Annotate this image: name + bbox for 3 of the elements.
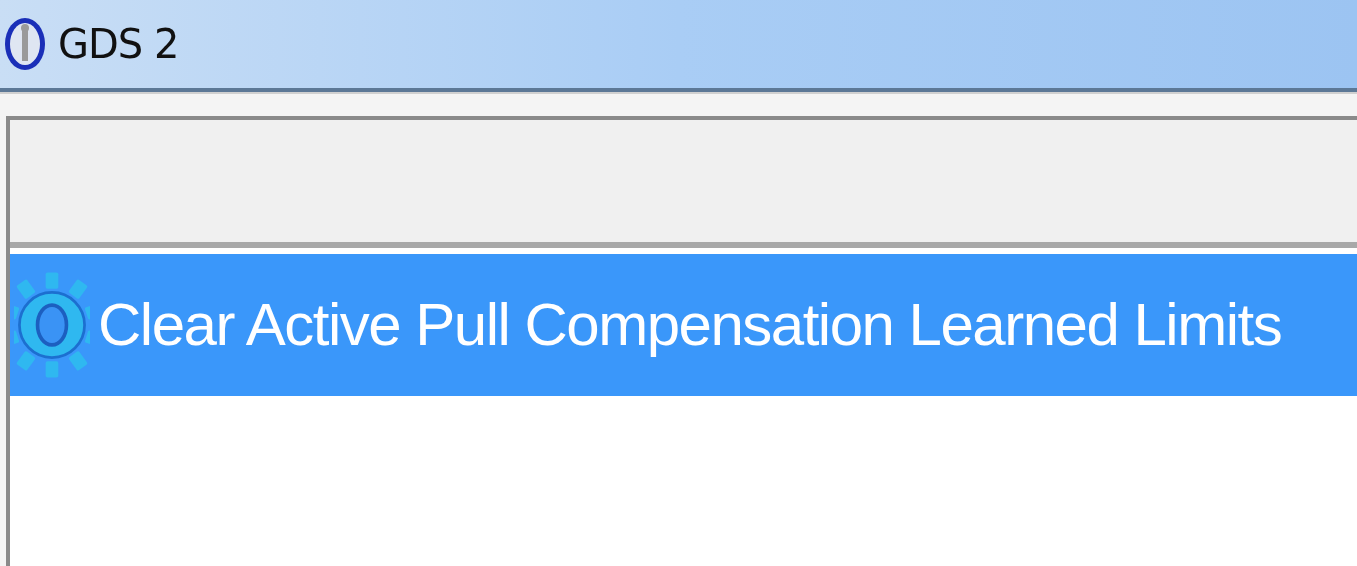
app-logo-icon: [4, 17, 46, 71]
window-title: GDS 2: [58, 20, 179, 69]
list-item[interactable]: Clear Active Pull Compensation Learned Limits: [10, 254, 1357, 396]
